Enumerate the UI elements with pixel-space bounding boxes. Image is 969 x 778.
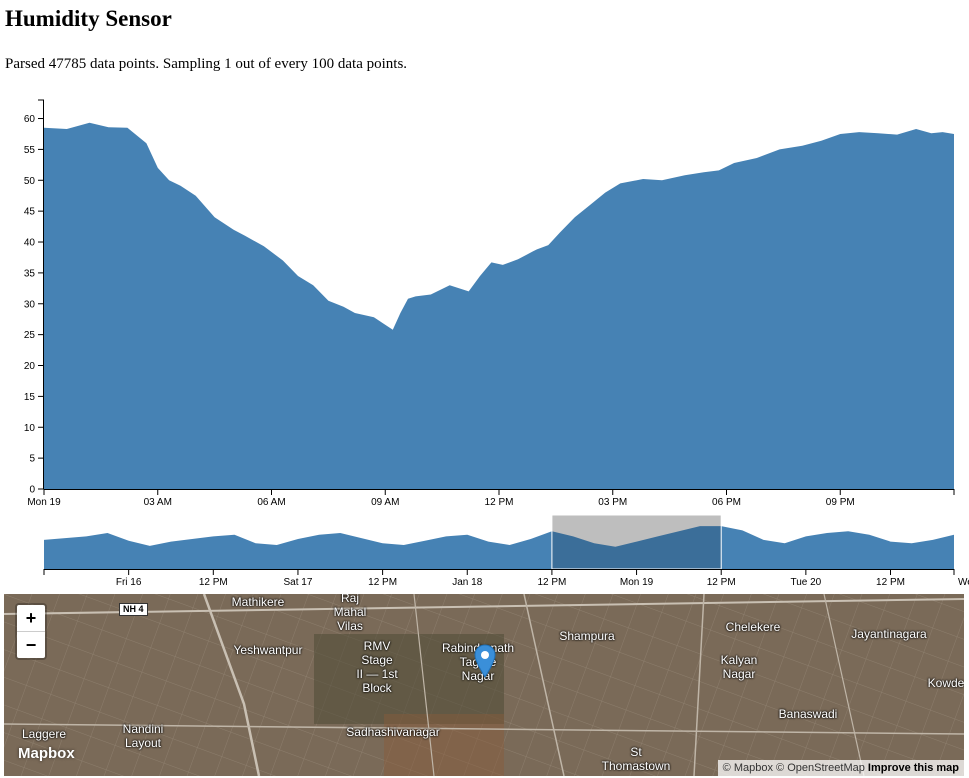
x-tick-label: 03 AM	[144, 497, 172, 508]
location-marker-icon[interactable]	[474, 644, 496, 678]
x-tick-label: 06 AM	[257, 497, 285, 508]
humidity-area	[44, 122, 954, 490]
y-tick-label: 0	[29, 485, 35, 496]
x-tick-label: 09 PM	[826, 497, 855, 508]
attribution-mapbox-link[interactable]: © Mapbox	[723, 762, 773, 774]
y-tick-label: 40	[24, 238, 36, 249]
map-attribution: © Mapbox © OpenStreetMap Improve this ma…	[717, 760, 964, 776]
context-x-tick-label: 12 PM	[876, 577, 905, 588]
map-place-label: Jayantinagara	[851, 627, 927, 641]
x-tick-label: Mon 19	[27, 497, 61, 508]
y-tick-label: 60	[24, 114, 36, 125]
y-tick-label: 45	[24, 207, 36, 218]
y-tick-label: 10	[24, 423, 36, 434]
x-tick-label: 09 AM	[371, 497, 399, 508]
y-tick-label: 55	[24, 145, 36, 156]
y-tick-label: 35	[24, 268, 36, 279]
map-place-label: Raj Mahal Vilas	[333, 594, 367, 633]
map-place-label: Laggere	[21, 727, 67, 741]
context-x-tick-label: Fri 16	[116, 577, 142, 588]
location-map[interactable]: Mathikere Raj Mahal Vilas Yeshwantpur RM…	[4, 594, 964, 776]
context-x-tick-label: Sat 17	[283, 577, 312, 588]
context-x-tick-label: 12 PM	[707, 577, 736, 588]
context-area	[44, 526, 954, 569]
x-tick-label: 12 PM	[485, 497, 514, 508]
context-x-tick-label: Wed 21	[958, 577, 969, 588]
humidity-focus-chart: 0 5 10 15 20 25 30 35 40 45 50 55 60 Mon 19 03 AM 06 AM…	[24, 99, 955, 508]
zoom-in-button[interactable]: +	[17, 605, 45, 632]
mapbox-logo[interactable]: Mapbox	[18, 745, 75, 762]
map-place-label: Yeshwantpur	[233, 643, 303, 657]
y-tick-label: 30	[24, 299, 36, 310]
y-tick-label: 15	[24, 392, 36, 403]
brush-selection[interactable]	[551, 514, 722, 570]
map-place-label: Chelekere	[725, 620, 781, 634]
humidity-context-chart[interactable]: Fri 16 12 PM Sat 17 12 PM Jan 18 12 PM Mon 19 1…	[0, 512, 969, 594]
y-tick-label: 20	[24, 361, 36, 372]
map-place-label: Kalyan Nagar	[720, 653, 758, 681]
x-tick-label: 03 PM	[598, 497, 627, 508]
map-place-label: Mathikere	[231, 595, 285, 609]
x-tick-label: 06 PM	[712, 497, 741, 508]
road-shield: NH 4	[119, 603, 148, 616]
map-place-label: Kowde	[927, 676, 964, 690]
context-x-tick-label: 12 PM	[368, 577, 397, 588]
data-summary: Parsed 47785 data points. Sampling 1 out…	[5, 56, 408, 72]
map-place-label: St Thomastown	[601, 745, 671, 773]
context-x-tick-label: 12 PM	[537, 577, 566, 588]
context-x-tick-label: Tue 20	[790, 577, 821, 588]
context-x-tick-label: 12 PM	[199, 577, 228, 588]
map-zoom-control: + −	[15, 603, 47, 660]
map-place-label: Banaswadi	[778, 707, 838, 721]
map-place-label: Sadhashivanagar	[346, 725, 440, 739]
y-tick-label: 25	[24, 330, 36, 341]
page-title: Humidity Sensor	[5, 6, 172, 31]
map-place-label: RMV Stage II — 1st Block	[356, 639, 398, 695]
map-place-label: Shampura	[559, 629, 615, 643]
y-tick-label: 50	[24, 176, 36, 187]
zoom-out-button[interactable]: −	[17, 632, 45, 658]
y-tick-label: 5	[29, 454, 35, 465]
context-x-tick-label: Jan 18	[452, 577, 482, 588]
context-x-tick-label: Mon 19	[620, 577, 654, 588]
improve-map-link[interactable]: Improve this map	[868, 762, 959, 774]
attribution-osm-link[interactable]: © OpenStreetMap	[776, 762, 865, 774]
map-place-label: Nandini Layout	[122, 722, 164, 750]
